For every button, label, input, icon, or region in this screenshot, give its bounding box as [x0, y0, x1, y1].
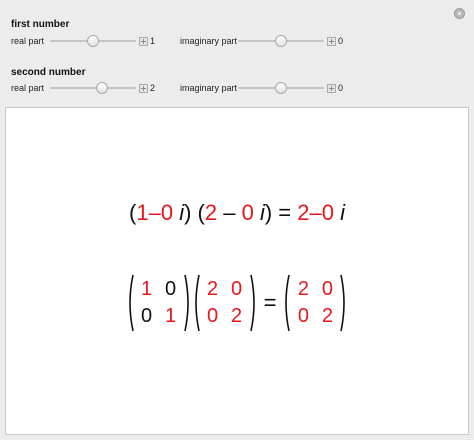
second-real-value: 2 — [150, 83, 156, 93]
right-paren — [249, 274, 255, 332]
result-operator: – — [309, 200, 322, 225]
result-real-term: 2 — [297, 200, 310, 225]
first-imag-slider[interactable] — [238, 35, 324, 47]
first-operator: – — [148, 200, 161, 225]
result-imag-term: 0 — [321, 200, 334, 225]
second-imag-slider[interactable] — [238, 82, 324, 94]
first-real-expand-icon[interactable] — [139, 37, 148, 46]
imaginary-unit: i — [333, 200, 345, 225]
matrix-equals-sign: = — [263, 290, 277, 315]
imaginary-unit: i — [253, 200, 265, 225]
slider-thumb[interactable] — [275, 35, 287, 47]
second-real-label: real part — [11, 83, 45, 93]
matrix-product-equation: 1 0 0 1 2 0 0 2 = 2 0 0 2 — [6, 274, 468, 332]
matrix-cell: 0 — [165, 278, 177, 300]
output-panel: (1–0 i) (2 – 0 i) = 2–0 i 1 0 0 1 2 0 0 … — [5, 107, 469, 435]
second-operator: – — [217, 200, 242, 225]
second-real-expand-icon[interactable] — [139, 84, 148, 93]
matrix-cell: 0 — [141, 305, 153, 327]
right-paren — [340, 274, 346, 332]
first-number-title: first number — [11, 19, 70, 30]
right-paren — [183, 274, 189, 332]
slider-thumb[interactable] — [87, 35, 99, 47]
second-imag-term: 0 — [241, 200, 254, 225]
first-real-label: real part — [11, 36, 45, 46]
matrix-b: 2 0 0 2 — [192, 274, 258, 332]
second-imag-label: imaginary part — [180, 83, 238, 93]
second-imag-expand-icon[interactable] — [327, 84, 336, 93]
matrix-cell: 0 — [297, 305, 309, 327]
complex-product-expression: (1–0 i) (2 – 0 i) = 2–0 i — [6, 200, 468, 226]
plus-circle-icon[interactable] — [454, 8, 465, 19]
matrix-cell: 1 — [165, 305, 177, 327]
first-imag-term: 0 — [160, 200, 174, 225]
slider-thumb[interactable] — [95, 82, 108, 94]
imaginary-unit: i — [173, 200, 185, 225]
equals-sign: = — [272, 200, 298, 225]
first-imag-expand-icon[interactable] — [327, 37, 336, 46]
matrix-cell: 1 — [141, 278, 153, 300]
first-real-slider[interactable] — [50, 35, 136, 47]
matrix-cell: 2 — [297, 278, 309, 300]
slider-track — [50, 87, 136, 89]
matrix-cell: 0 — [321, 278, 333, 300]
first-imag-label: imaginary part — [180, 36, 238, 46]
first-real-term: 1 — [136, 200, 149, 225]
left-paren — [194, 274, 200, 332]
second-real-slider[interactable] — [50, 82, 136, 94]
left-paren — [128, 274, 134, 332]
matrix-result: 2 0 0 2 — [282, 274, 348, 332]
second-number-title: second number — [11, 67, 86, 78]
matrix-cell: 2 — [231, 305, 243, 327]
second-real-term: 2 — [204, 200, 218, 225]
first-imag-value: 0 — [338, 36, 344, 46]
second-imag-value: 0 — [338, 83, 344, 93]
matrix-cell: 2 — [321, 305, 333, 327]
slider-thumb[interactable] — [275, 82, 287, 94]
matrix-cell: 0 — [207, 305, 219, 327]
left-paren — [285, 274, 291, 332]
matrix-cell: 2 — [207, 278, 219, 300]
first-real-value: 1 — [150, 36, 156, 46]
matrix-cell: 0 — [231, 278, 243, 300]
matrix-a: 1 0 0 1 — [126, 274, 192, 332]
paren-open: ( — [191, 200, 205, 225]
